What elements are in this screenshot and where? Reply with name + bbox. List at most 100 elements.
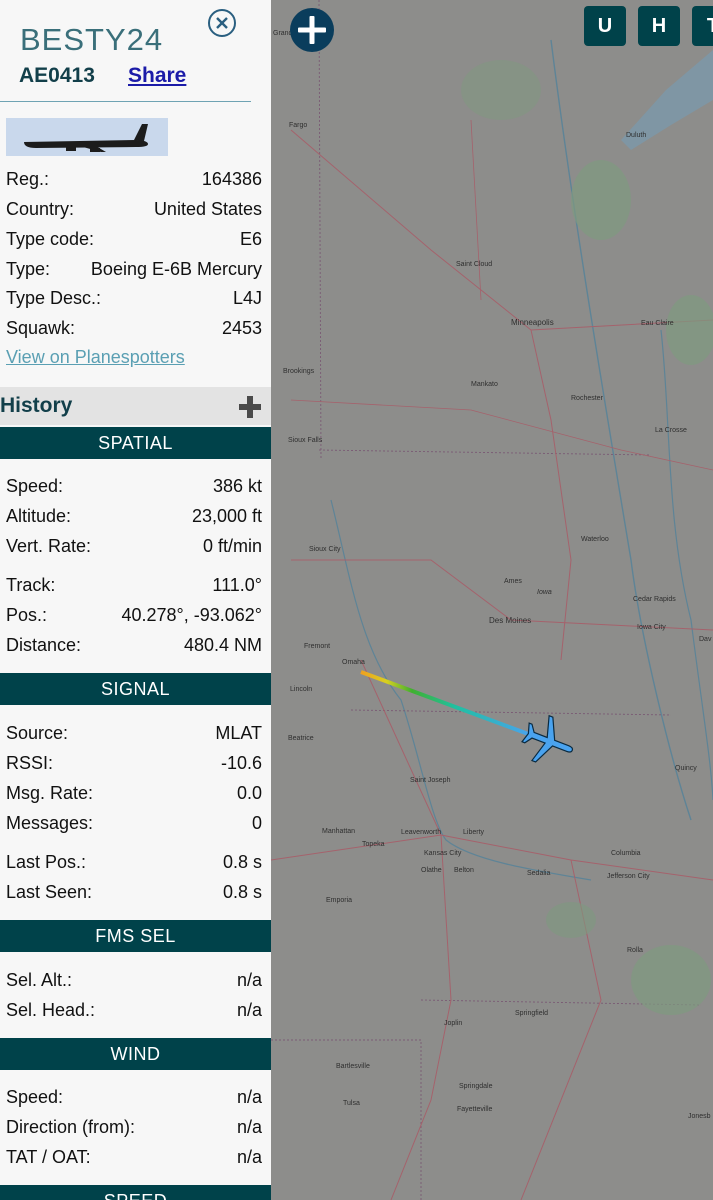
city-label: Eau Claire [641,320,674,327]
fms-row-sel-head: Sel. Head.: n/a [6,1000,262,1024]
city-label: Saint Cloud [456,261,493,268]
city-label: Leavenworth [401,829,442,836]
field-label: Track: [6,575,56,595]
detail-value: 2453 [221,318,262,338]
map-view[interactable]: Grand Fargo Duluth Saint Cloud Minneapol… [271,0,713,1200]
spatial-row-vert-rate: Vert. Rate: 0 ft/min [6,536,262,560]
city-label: Iowa [537,589,552,596]
field-value: 40.278°, -93.062° [121,605,262,625]
detail-row-type-desc: Type Desc.: L4J [6,288,262,312]
city-label: Fargo [289,122,308,129]
river-2 [660,329,713,801]
city-label: Jefferson City [607,873,650,880]
field-value: MLAT [215,723,262,743]
detail-row-reg: Reg.: 164386 [6,169,262,193]
field-label: Messages: [6,813,94,833]
city-label: Liberty [463,829,485,836]
city-label: Bartlesville [336,1063,370,1070]
expand-plus-icon[interactable] [238,395,262,419]
detail-row-country: Country: United States [6,199,262,223]
city-label: Rochester [571,395,603,402]
callsign: BESTY24 [20,22,164,57]
wind-row-tat-oat: TAT / OAT: n/a [6,1147,262,1171]
aircraft-icon[interactable] [518,711,578,771]
field-value: 0 [251,813,262,833]
city-label: Ames [504,578,522,585]
city-label: Sioux City [309,546,341,553]
history-bar[interactable]: History [0,387,271,425]
city-label: Springfield [515,1010,549,1017]
city-label: Mankato [471,381,498,388]
city-label: Sioux Falls [288,437,323,444]
city-label: Rolla [627,947,643,954]
city-label: Fayetteville [457,1106,493,1113]
map-button-h[interactable]: H [638,6,680,46]
wind-row-speed: Speed: n/a [6,1087,262,1111]
detail-value: United States [153,199,262,219]
field-label: Last Pos.: [6,852,87,872]
city-label: Duluth [626,132,647,139]
city-label: Manhattan [322,828,356,835]
city-label: Fremont [304,643,331,650]
aircraft-photo[interactable] [6,118,168,156]
field-label: TAT / OAT: [6,1147,91,1167]
city-label: Beatrice [288,735,314,742]
spatial-row-track: Track: 111.0° [6,575,262,599]
city-label: Jonesb [688,1113,711,1120]
planespotters-link[interactable]: View on Planespotters [6,347,185,368]
field-value: 111.0° [212,575,262,595]
section-header-spatial: SPATIAL [0,427,271,459]
map-button-u[interactable]: U [584,6,626,46]
detail-value: 164386 [201,169,262,189]
city-label: Kansas City [424,850,462,857]
river-3 [330,499,592,881]
zoom-in-button[interactable] [290,8,334,52]
city-label: Columbia [611,850,641,857]
city-label: Belton [454,867,474,874]
spatial-row-altitude: Altitude: 23,000 ft [6,506,262,530]
city-label: La Crosse [655,427,687,434]
field-value: 0.8 s [222,882,262,902]
field-value: -10.6 [220,753,262,773]
city-label: Topeka [362,841,385,848]
city-label: Brookings [283,368,315,375]
detail-label: Squawk: [6,318,76,338]
city-label: Lincoln [290,686,313,693]
field-label: Distance: [6,635,82,655]
field-value: n/a [236,1087,262,1107]
flight-track [360,670,532,737]
field-label: Speed: [6,476,64,496]
detail-value: E6 [239,229,262,249]
icao-hex: AE0413 [19,64,95,87]
close-icon[interactable] [207,8,237,38]
aircraft-info-panel: BESTY24 AE0413 Share Reg.: 164386 Countr… [0,0,271,1200]
field-label: Last Seen: [6,882,93,902]
field-value: 480.4 NM [183,635,262,655]
city-label: Olathe [421,867,442,874]
section-header-speed: SPEED [0,1185,271,1200]
field-value: 0 ft/min [202,536,262,556]
field-label: Speed: [6,1087,64,1107]
detail-row-squawk: Squawk: 2453 [6,318,262,342]
field-label: Source: [6,723,69,743]
field-value: 23,000 ft [191,506,262,526]
city-label: Joplin [444,1020,463,1027]
field-label: RSSI: [6,753,54,773]
section-header-signal: SIGNAL [0,673,271,705]
signal-row-rssi: RSSI: -10.6 [6,753,262,777]
field-label: Sel. Alt.: [6,970,73,990]
field-value: n/a [236,1000,262,1020]
map-button-t[interactable]: T [692,6,713,46]
field-label: Sel. Head.: [6,1000,96,1020]
history-label: History [0,394,73,417]
field-label: Msg. Rate: [6,783,94,803]
detail-row-type: Type: Boeing E-6B Mercury [6,259,262,283]
signal-row-source: Source: MLAT [6,723,262,747]
detail-row-type-code: Type code: E6 [6,229,262,253]
city-label: Omaha [342,659,365,666]
city-label: Iowa City [637,624,666,631]
share-link[interactable]: Share [128,64,186,88]
section-header-fms-sel: FMS SEL [0,920,271,952]
aircraft-silhouette-icon [24,124,148,152]
spatial-row-speed: Speed: 386 kt [6,476,262,500]
